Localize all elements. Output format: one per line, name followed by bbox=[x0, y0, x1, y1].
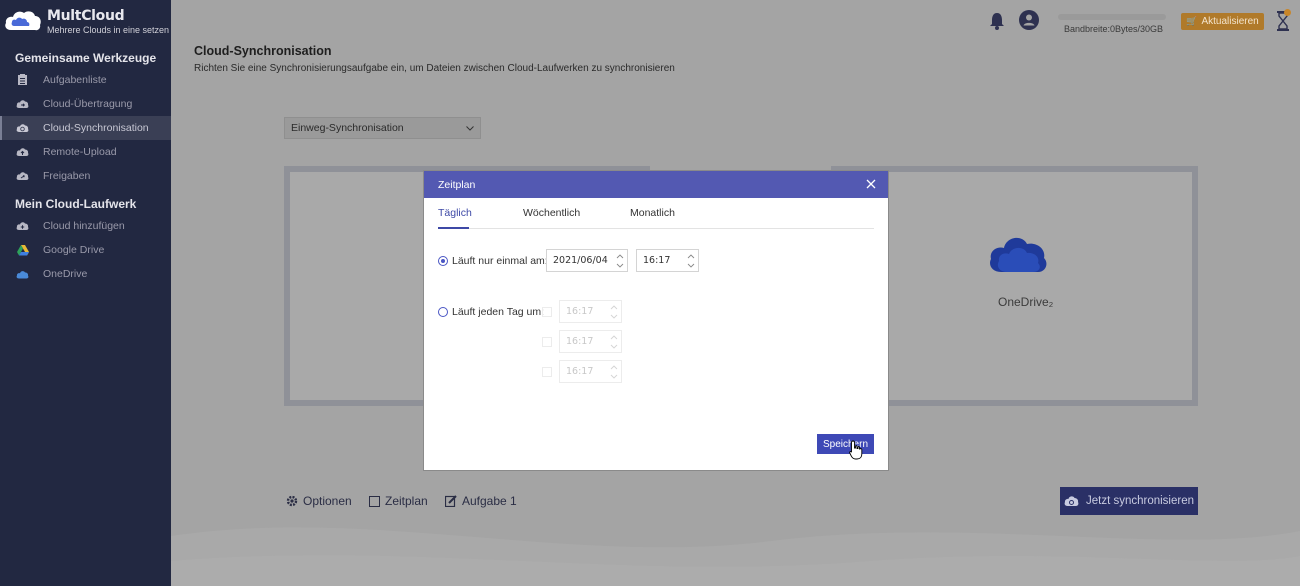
dialog-header: Zeitplan bbox=[424, 171, 888, 198]
daily-time-value: 16:17 bbox=[566, 306, 594, 317]
brand-name: MultCloud bbox=[47, 7, 125, 24]
cart-icon: 🛒 bbox=[1186, 16, 1198, 26]
sync-mode-select[interactable]: Einweg-Synchronisation bbox=[284, 117, 481, 139]
stepper-arrows-icon[interactable] bbox=[610, 333, 618, 351]
tab-weekly[interactable]: Wöchentlich bbox=[523, 207, 580, 219]
active-tab-indicator bbox=[438, 227, 469, 229]
onedrive-cloud-icon bbox=[990, 237, 1047, 272]
daily-time-checkbox[interactable] bbox=[542, 307, 552, 317]
brand-tagline: Mehrere Clouds in eine setzen bbox=[47, 24, 170, 35]
nav-section-tools: Gemeinsame Werkzeuge bbox=[15, 51, 157, 65]
add-cloud-icon bbox=[16, 220, 29, 233]
once-time-value: 16:17 bbox=[643, 255, 671, 266]
topbar: Bandbreite:0Bytes/30GB 🛒 Aktualisieren bbox=[171, 0, 1300, 44]
stepper-arrows-icon[interactable] bbox=[687, 252, 695, 270]
hand-cursor-icon bbox=[849, 440, 863, 460]
daily-time-stepper[interactable]: 16:17 bbox=[559, 330, 622, 353]
sidebar-item-cloud-transfer[interactable]: Cloud-Übertragung bbox=[0, 92, 171, 116]
upgrade-label: Aktualisieren bbox=[1201, 16, 1259, 27]
sync-now-button[interactable]: Jetzt synchronisieren bbox=[1060, 487, 1198, 515]
run-daily-label: Läuft jeden Tag um: bbox=[452, 306, 545, 318]
radio-run-daily[interactable] bbox=[438, 307, 448, 317]
schedule-dialog: Zeitplan Täglich Wöchentlich Monatlich L… bbox=[424, 171, 888, 470]
schedule-label: Zeitplan bbox=[385, 494, 428, 508]
nav-section-drives: Mein Cloud-Laufwerk bbox=[15, 197, 137, 211]
once-date-value: 2021/06/04 bbox=[553, 255, 608, 266]
once-date-stepper[interactable]: 2021/06/04 bbox=[546, 249, 628, 272]
sync-now-label: Jetzt synchronisieren bbox=[1085, 495, 1195, 507]
close-icon[interactable] bbox=[864, 177, 878, 191]
remote-upload-icon bbox=[16, 146, 29, 159]
target-cloud-label: OneDrive₂ bbox=[998, 295, 1054, 309]
sidebar-item-label: Remote-Upload bbox=[43, 146, 117, 158]
notification-badge bbox=[1284, 9, 1291, 16]
bandwidth-progress bbox=[1058, 14, 1166, 20]
sidebar-item-add-cloud[interactable]: Cloud hinzufügen bbox=[0, 214, 171, 238]
bandwidth-text: Bandbreite:0Bytes/30GB bbox=[1064, 24, 1164, 34]
daily-time-stepper[interactable]: 16:17 bbox=[559, 300, 622, 323]
cloud-sync-icon bbox=[1064, 496, 1079, 506]
sidebar-item-remote-upload[interactable]: Remote-Upload bbox=[0, 140, 171, 164]
sync-mode-value: Einweg-Synchronisation bbox=[291, 122, 404, 134]
user-icon bbox=[1023, 14, 1035, 26]
dialog-title: Zeitplan bbox=[438, 178, 476, 191]
task-list-icon bbox=[16, 74, 29, 87]
sidebar-item-onedrive[interactable]: OneDrive bbox=[0, 262, 171, 286]
sidebar-item-label: Cloud-Synchronisation bbox=[43, 122, 149, 134]
avatar[interactable] bbox=[1019, 10, 1039, 30]
gear-icon bbox=[286, 495, 298, 507]
options-label: Optionen bbox=[303, 494, 352, 508]
sidebar-item-task-list[interactable]: Aufgabenliste bbox=[0, 68, 171, 92]
sidebar-item-shares[interactable]: Freigaben bbox=[0, 164, 171, 188]
edit-icon bbox=[445, 495, 457, 507]
share-icon bbox=[16, 170, 29, 183]
stepper-arrows-icon[interactable] bbox=[610, 303, 618, 321]
once-time-stepper[interactable]: 16:17 bbox=[636, 249, 699, 272]
sidebar-item-label: Google Drive bbox=[43, 244, 105, 256]
cloud-sync-icon bbox=[16, 122, 29, 135]
target-panel-inner: OneDrive₂ bbox=[837, 172, 1192, 400]
sidebar-item-label: Aufgabenliste bbox=[43, 74, 107, 86]
tab-monthly[interactable]: Monatlich bbox=[630, 207, 675, 219]
daily-time-checkbox[interactable] bbox=[542, 337, 552, 347]
sidebar: MultCloud Mehrere Clouds in eine setzen … bbox=[0, 0, 171, 586]
sidebar-item-label: Cloud-Übertragung bbox=[43, 98, 133, 110]
daily-time-stepper[interactable]: 16:17 bbox=[559, 360, 622, 383]
stepper-arrows-icon[interactable] bbox=[610, 363, 618, 381]
multcloud-logo-icon bbox=[5, 11, 41, 31]
daily-time-value: 16:17 bbox=[566, 336, 594, 347]
sidebar-item-label: OneDrive bbox=[43, 268, 88, 280]
chevron-down-icon bbox=[466, 125, 474, 131]
brand[interactable]: MultCloud Mehrere Clouds in eine setzen bbox=[0, 0, 171, 42]
sidebar-item-cloud-sync[interactable]: Cloud-Synchronisation bbox=[0, 116, 171, 140]
radio-run-once[interactable] bbox=[438, 256, 448, 266]
google-drive-icon bbox=[16, 244, 29, 257]
daily-time-checkbox[interactable] bbox=[542, 367, 552, 377]
page-subtitle: Richten Sie eine Synchronisierungsaufgab… bbox=[194, 63, 675, 74]
save-button[interactable]: Speichern bbox=[817, 434, 874, 454]
cloud-transfer-icon bbox=[16, 98, 29, 111]
daily-time-value: 16:17 bbox=[566, 366, 594, 377]
task-label: Aufgabe 1 bbox=[462, 494, 517, 508]
page-title: Cloud-Synchronisation bbox=[194, 44, 332, 58]
sidebar-item-google-drive[interactable]: Google Drive bbox=[0, 238, 171, 262]
stepper-arrows-icon[interactable] bbox=[616, 252, 624, 270]
schedule-checkbox[interactable] bbox=[368, 495, 380, 507]
sidebar-item-label: Cloud hinzufügen bbox=[43, 220, 125, 232]
onedrive-icon bbox=[16, 268, 29, 281]
sidebar-item-label: Freigaben bbox=[43, 170, 91, 182]
run-once-label: Läuft nur einmal am: bbox=[452, 255, 548, 267]
task-name[interactable]: Aufgabe 1 bbox=[445, 494, 517, 508]
upgrade-button[interactable]: 🛒 Aktualisieren bbox=[1181, 13, 1264, 30]
schedule-tabs: Täglich Wöchentlich Monatlich bbox=[438, 198, 874, 229]
bell-icon[interactable] bbox=[988, 11, 1006, 31]
schedule-toggle[interactable]: Zeitplan bbox=[368, 494, 428, 508]
options-button[interactable]: Optionen bbox=[286, 494, 352, 508]
tab-daily[interactable]: Täglich bbox=[438, 207, 472, 219]
